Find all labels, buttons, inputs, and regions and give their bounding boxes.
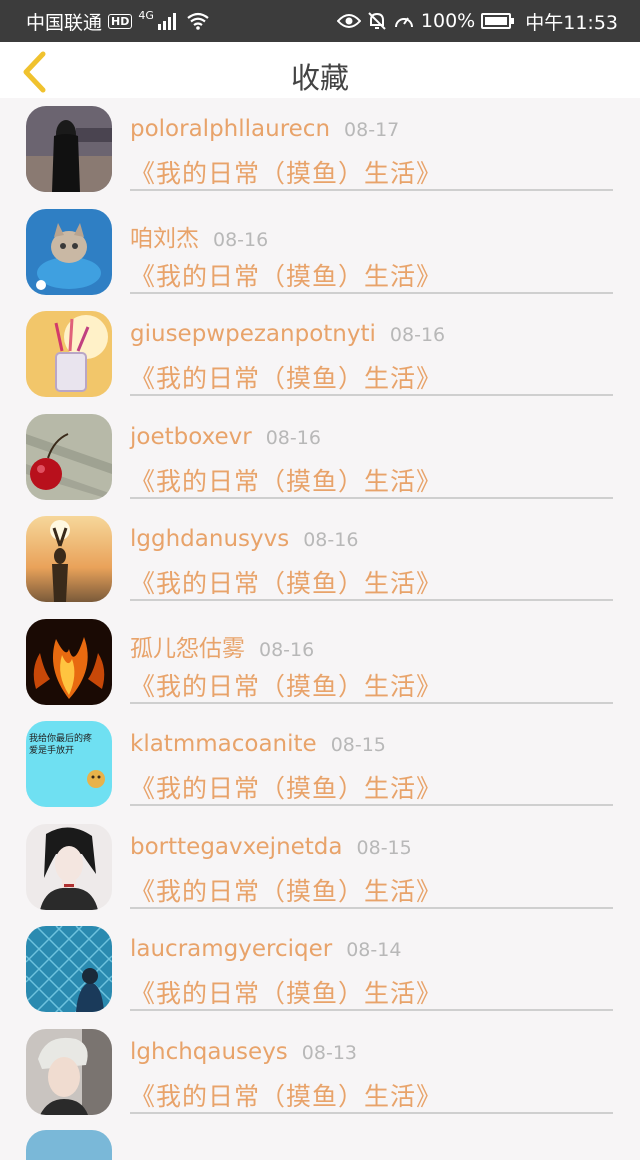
- network-type: 4G: [138, 8, 154, 22]
- username: lgghdanusyvs: [130, 526, 290, 552]
- divider: [130, 189, 613, 191]
- favorite-title[interactable]: 《我的日常（摸鱼）生活》: [130, 1077, 442, 1113]
- favorite-item[interactable]: laucramgyerciqer 08-14 《我的日常（摸鱼）生活》: [0, 918, 640, 1021]
- favorite-title[interactable]: 《我的日常（摸鱼）生活》: [130, 154, 442, 190]
- username: poloralphllaurecn: [130, 116, 331, 142]
- divider: [130, 906, 613, 909]
- divider: [130, 599, 613, 601]
- favorite-date: 08-14: [346, 939, 402, 961]
- favorites-list: poloralphllaurecn 08-17 《我的日常（摸鱼）生活》 咱刘杰 0…: [0, 98, 640, 1123]
- favorite-title[interactable]: 《我的日常（摸鱼）生活》: [130, 667, 442, 703]
- divider: [130, 496, 613, 499]
- favorite-item[interactable]: poloralphllaurecn 08-17 《我的日常（摸鱼）生活》: [0, 98, 640, 201]
- battery-icon: [481, 13, 515, 29]
- favorite-date: 08-17: [344, 119, 400, 141]
- divider: [130, 1009, 613, 1011]
- status-bar-left: 中国联通 HD 4G: [26, 8, 210, 35]
- favorite-item[interactable]: 我给你最后的疼爱是手放开 klatmmacoanite 08-15 《我的日常（摸…: [0, 713, 640, 816]
- username: laucramgyerciqer: [130, 936, 333, 962]
- status-time: 中午11:53: [525, 11, 618, 34]
- signal-icon: [157, 12, 180, 30]
- favorite-title[interactable]: 《我的日常（摸鱼）生活》: [130, 769, 442, 805]
- hd-badge: HD: [108, 13, 133, 29]
- avatar[interactable]: [26, 823, 112, 910]
- favorite-title[interactable]: 《我的日常（摸鱼）生活》: [130, 564, 442, 600]
- header-bar: 收藏: [0, 42, 640, 98]
- favorite-title[interactable]: 《我的日常（摸鱼）生活》: [130, 872, 442, 908]
- favorite-title[interactable]: 《我的日常（摸鱼）生活》: [130, 974, 442, 1010]
- divider: [130, 701, 613, 704]
- avatar[interactable]: 我给你最后的疼爱是手放开: [26, 721, 112, 807]
- favorite-item[interactable]: 咱刘杰 08-16 《我的日常（摸鱼）生活》: [0, 201, 640, 304]
- favorite-date: 08-16: [259, 638, 315, 661]
- avatar[interactable]: [26, 106, 112, 192]
- avatar-caption: 我给你最后的疼爱是手放开: [29, 734, 93, 756]
- avatar[interactable]: [26, 516, 112, 602]
- favorite-title[interactable]: 《我的日常（摸鱼）生活》: [130, 462, 442, 498]
- username: 咱刘杰: [130, 225, 199, 252]
- favorite-date: 08-16: [303, 529, 359, 551]
- bell-off-icon: [367, 11, 387, 31]
- divider: [130, 291, 613, 294]
- favorite-item[interactable]: joetboxevr 08-16 《我的日常（摸鱼）生活》: [0, 406, 640, 509]
- username: 孤儿怨估雾: [130, 635, 245, 662]
- wifi-icon: [186, 12, 210, 30]
- username: borttegavxejnetda: [130, 833, 343, 860]
- avatar[interactable]: [26, 208, 112, 295]
- favorite-date: 08-15: [356, 836, 412, 859]
- favorite-item[interactable]: borttegavxejnetda 08-15 《我的日常（摸鱼）生活》: [0, 816, 640, 919]
- favorite-date: 08-16: [265, 426, 321, 449]
- username: joetboxevr: [130, 423, 252, 450]
- battery-percent: 100%: [420, 10, 476, 32]
- carrier-label: 中国联通: [26, 11, 103, 34]
- status-bar-right: 100% 中午11:53: [336, 8, 618, 35]
- avatar[interactable]: [26, 1130, 112, 1160]
- divider: [130, 394, 613, 396]
- page-title: 收藏: [290, 61, 349, 95]
- divider: [130, 804, 613, 806]
- favorite-date: 08-13: [301, 1041, 358, 1064]
- username: lghchqauseys: [130, 1038, 288, 1065]
- divider: [130, 1111, 613, 1114]
- favorite-item[interactable]: lghchqauseys 08-13 《我的日常（摸鱼）生活》: [0, 1021, 640, 1124]
- username: giusepwpezanpotnyti: [130, 321, 376, 347]
- favorite-title[interactable]: 《我的日常（摸鱼）生活》: [130, 257, 442, 293]
- favorite-date: 08-16: [213, 228, 269, 251]
- favorite-date: 08-15: [330, 734, 386, 756]
- favorite-title[interactable]: 《我的日常（摸鱼）生活》: [130, 359, 442, 395]
- username: klatmmacoanite: [130, 731, 317, 757]
- favorite-item[interactable]: lgghdanusyvs 08-16 《我的日常（摸鱼）生活》: [0, 508, 640, 611]
- avatar[interactable]: [26, 926, 112, 1012]
- favorite-date: 08-16: [389, 324, 446, 346]
- avatar[interactable]: [26, 618, 112, 705]
- avatar[interactable]: [26, 311, 112, 397]
- favorite-item[interactable]: giusepwpezanpotnyti 08-16 《我的日常（摸鱼）生活》: [0, 303, 640, 406]
- status-bar: 中国联通 HD 4G 100% 中午11:53: [0, 0, 640, 42]
- avatar[interactable]: [26, 413, 112, 500]
- avatar[interactable]: [26, 1028, 112, 1115]
- favorite-item[interactable]: 孤儿怨估雾 08-16 《我的日常（摸鱼）生活》: [0, 611, 640, 714]
- speedometer-icon: [393, 11, 415, 31]
- eye-icon: [336, 13, 361, 29]
